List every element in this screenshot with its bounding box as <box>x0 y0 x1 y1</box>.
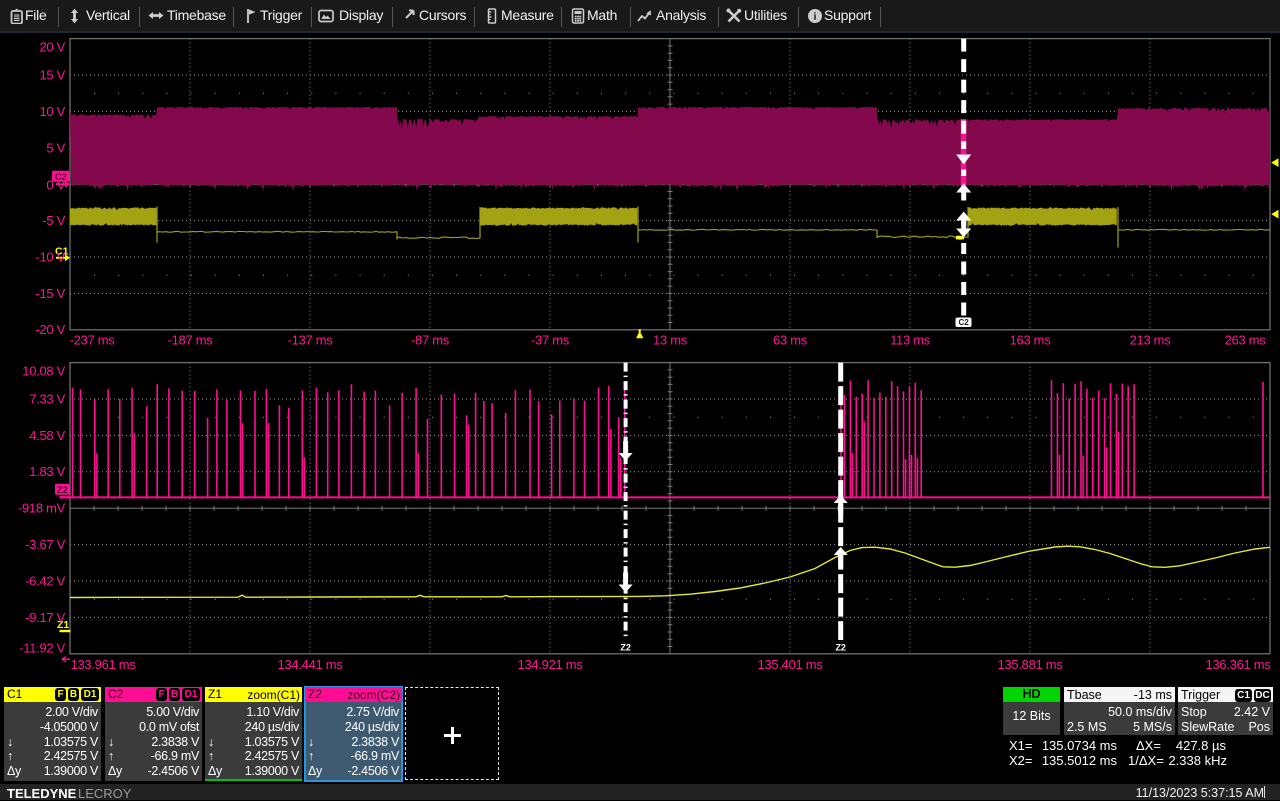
svg-text:4.58 V: 4.58 V <box>29 428 65 443</box>
svg-text:10 V: 10 V <box>39 104 65 119</box>
svg-text:163 ms: 163 ms <box>1010 333 1052 348</box>
svg-text:13 ms: 13 ms <box>653 333 688 348</box>
svg-text:-137 ms: -137 ms <box>288 333 334 348</box>
svg-text:135.401 ms: 135.401 ms <box>758 657 824 672</box>
svg-text:7.33 V: 7.33 V <box>29 391 65 406</box>
svg-text:10.08 V: 10.08 V <box>22 364 65 379</box>
svg-text:i: i <box>814 12 817 23</box>
svg-text:15 V: 15 V <box>39 68 65 83</box>
svg-text:-237 ms: -237 ms <box>70 333 116 348</box>
svg-text:0 V: 0 V <box>46 178 65 193</box>
svg-text:-9.17 V: -9.17 V <box>25 610 65 625</box>
svg-text:5 V: 5 V <box>46 140 65 155</box>
svg-text:20 V: 20 V <box>39 39 65 54</box>
svg-text:Z2: Z2 <box>620 643 631 653</box>
svg-text:-10 V: -10 V <box>35 250 65 265</box>
svg-text:134.441 ms: 134.441 ms <box>278 657 344 672</box>
svg-text:-6.42 V: -6.42 V <box>25 574 65 589</box>
svg-text:-5 V: -5 V <box>42 213 65 228</box>
svg-text:113 ms: 113 ms <box>890 333 931 348</box>
svg-text:-918 mV: -918 mV <box>18 501 66 516</box>
svg-text:136.361 ms: 136.361 ms <box>1206 657 1272 672</box>
svg-text:-37 ms: -37 ms <box>531 333 570 348</box>
svg-text:135.881 ms: 135.881 ms <box>998 657 1064 672</box>
svg-text:263 ms: 263 ms <box>1225 333 1267 348</box>
svg-text:-11.92 V: -11.92 V <box>19 641 65 656</box>
svg-text:213 ms: 213 ms <box>1130 333 1172 348</box>
svg-text:C2: C2 <box>958 318 969 327</box>
svg-text:133.961 ms: 133.961 ms <box>71 657 137 672</box>
svg-text:-20 V: -20 V <box>35 322 65 337</box>
svg-text:-15 V: -15 V <box>35 286 65 301</box>
svg-text:Z2: Z2 <box>57 485 68 496</box>
svg-text:63 ms: 63 ms <box>773 333 808 348</box>
svg-text:-3.67 V: -3.67 V <box>25 537 65 552</box>
svg-text:134.921 ms: 134.921 ms <box>518 657 584 672</box>
svg-text:1.83 V: 1.83 V <box>29 464 65 479</box>
svg-text:-87 ms: -87 ms <box>411 333 450 348</box>
svg-text:-187 ms: -187 ms <box>168 333 214 348</box>
svg-text:Z2: Z2 <box>835 643 846 653</box>
